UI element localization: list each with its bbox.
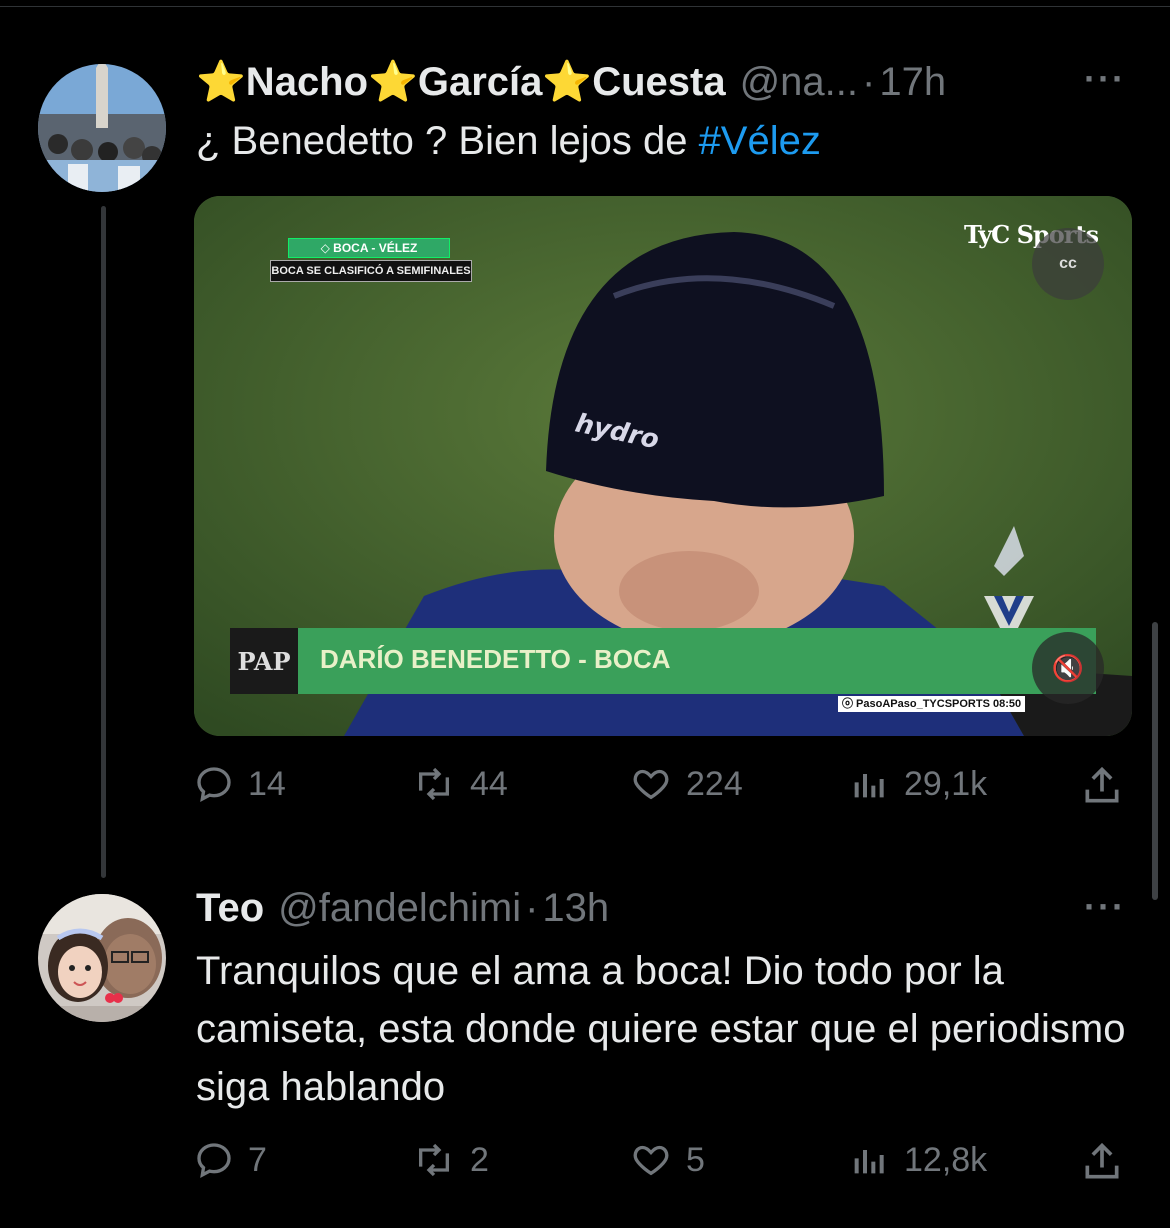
more-options-icon[interactable]: ··· bbox=[1084, 886, 1126, 928]
video-credit: ⓞ PasoAPaso_TYCSPORTS 08:50 bbox=[838, 696, 1026, 712]
reply-button[interactable]: 7 bbox=[194, 1140, 267, 1180]
reply-icon bbox=[197, 767, 231, 803]
mute-icon[interactable]: 🔇 bbox=[1032, 632, 1104, 704]
captions-icon[interactable]: cc bbox=[1032, 228, 1104, 300]
reply-count: 14 bbox=[248, 764, 286, 803]
scoreboard-caption: BOCA SE CLASIFICÓ A SEMIFINALES bbox=[270, 260, 472, 282]
tweet-text-plain: ¿ Benedetto ? Bien lejos de bbox=[196, 119, 699, 163]
heart-icon bbox=[633, 1145, 669, 1176]
repost-count: 2 bbox=[470, 1140, 489, 1179]
views-icon bbox=[854, 1150, 884, 1174]
views-icon bbox=[854, 774, 884, 798]
reply-icon bbox=[197, 1143, 231, 1179]
display-name[interactable]: Teo bbox=[196, 886, 264, 931]
tweet-text: Tranquilos que el ama a boca! Dio todo p… bbox=[196, 949, 1126, 1109]
tweet-text: ¿ Benedetto ? Bien lejos de #Vélez bbox=[196, 112, 821, 170]
hashtag-link[interactable]: #Vélez bbox=[699, 119, 821, 163]
tweet-header: ⭐Nacho⭐García⭐Cuesta @na... · 17h bbox=[196, 58, 946, 105]
repost-icon bbox=[419, 767, 449, 801]
reply-count: 7 bbox=[248, 1140, 267, 1179]
views-count: 29,1k bbox=[904, 764, 988, 803]
tweet-actions: 14 44 224 29,1k bbox=[194, 764, 1134, 814]
repost-icon bbox=[419, 1143, 449, 1177]
views-button[interactable]: 12,8k bbox=[850, 1140, 987, 1180]
reply-button[interactable]: 14 bbox=[194, 764, 286, 804]
share-button[interactable] bbox=[1080, 764, 1138, 808]
timestamp[interactable]: 17h bbox=[879, 60, 946, 105]
like-button[interactable]: 5 bbox=[630, 1140, 705, 1180]
repost-button[interactable]: 2 bbox=[412, 1140, 489, 1180]
user-handle[interactable]: @na... bbox=[740, 60, 858, 105]
like-count: 5 bbox=[686, 1140, 705, 1179]
separator-dot: · bbox=[525, 886, 539, 930]
tweet-header: Teo @fandelchimi · 13h bbox=[196, 886, 609, 931]
heart-icon bbox=[633, 769, 669, 800]
top-divider bbox=[0, 6, 1170, 7]
thread-connector-line bbox=[101, 206, 106, 878]
more-options-icon[interactable]: ··· bbox=[1084, 58, 1126, 100]
lower-third: PAP DARÍO BENEDETTO - BOCA bbox=[230, 628, 1096, 694]
repost-button[interactable]: 44 bbox=[412, 764, 508, 804]
scrollbar[interactable] bbox=[1152, 622, 1158, 900]
display-name[interactable]: ⭐Nacho⭐García⭐Cuesta bbox=[196, 58, 726, 105]
share-icon bbox=[1085, 766, 1119, 803]
lower-third-name: DARÍO BENEDETTO - BOCA bbox=[320, 644, 671, 674]
views-count: 12,8k bbox=[904, 1140, 988, 1179]
repost-count: 44 bbox=[470, 764, 508, 803]
share-icon bbox=[1085, 1142, 1119, 1179]
views-button[interactable]: 29,1k bbox=[850, 764, 987, 804]
program-logo: PAP bbox=[230, 628, 298, 694]
user-handle[interactable]: @fandelchimi bbox=[278, 886, 521, 931]
like-count: 224 bbox=[686, 764, 743, 803]
separator-dot: · bbox=[862, 60, 876, 104]
avatar[interactable] bbox=[38, 894, 166, 1022]
share-button[interactable] bbox=[1080, 1140, 1138, 1184]
scoreboard-match: ◇ BOCA - VÉLEZ bbox=[288, 238, 450, 258]
avatar[interactable] bbox=[38, 64, 166, 192]
tweet-actions: 7 2 5 12,8k bbox=[194, 1140, 1134, 1190]
video-player[interactable]: hydro ◇ BOCA - VÉLEZ BOCA SE CLASIFICÓ A… bbox=[194, 196, 1132, 736]
timestamp[interactable]: 13h bbox=[542, 886, 609, 931]
like-button[interactable]: 224 bbox=[630, 764, 743, 804]
